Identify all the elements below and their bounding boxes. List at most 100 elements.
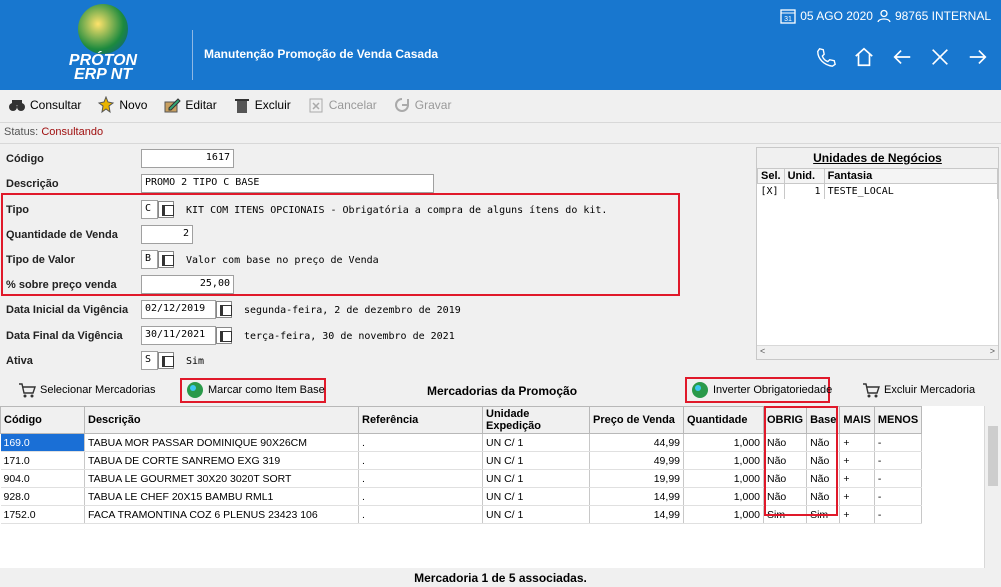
unidades-table: Sel. Unid. Fantasia [X] 1 TESTE_LOCAL [757, 168, 999, 199]
selecionar-mercadorias-button[interactable]: Selecionar Mercadorias [18, 381, 156, 399]
col-referencia[interactable]: Referência [358, 406, 483, 434]
mais-cell[interactable]: + [839, 433, 875, 452]
screen-title: Manutenção Promoção de Venda Casada [204, 47, 439, 61]
tipo-description: KIT COM ITENS OPCIONAIS - Obrigatória a … [186, 205, 608, 216]
calendar-picker-icon[interactable] [216, 301, 232, 318]
data-inicial-field[interactable]: 02/12/2019 [141, 300, 216, 319]
new-star-icon [98, 96, 115, 114]
menos-cell[interactable]: - [874, 451, 923, 470]
col-fantasia[interactable]: Fantasia [823, 168, 999, 184]
grid-actions: Selecionar Mercadorias Marcar como Item … [0, 376, 1001, 404]
col-codigo[interactable]: Código [0, 406, 85, 434]
horizontal-scrollbar[interactable]: < > [757, 345, 998, 359]
cart-remove-icon [863, 383, 880, 398]
calendar-icon: 31 [780, 9, 796, 24]
data-inicial-label: Data Inicial da Vigência [6, 304, 129, 316]
trash-icon [234, 99, 249, 113]
menos-cell[interactable]: - [874, 487, 923, 506]
header-divider [192, 30, 193, 80]
highlight-obrig-base [764, 406, 838, 516]
tipo-valor-description: Valor com base no preço de Venda [186, 255, 379, 266]
col-descricao[interactable]: Descrição [84, 406, 359, 434]
col-mais[interactable]: MAIS [839, 406, 875, 434]
tipo-valor-lookup-icon[interactable] [158, 251, 174, 268]
sel-checkbox[interactable]: [X] [757, 183, 785, 199]
svg-text:31: 31 [784, 16, 792, 23]
novo-button[interactable]: Novo [97, 96, 147, 114]
descricao-field[interactable]: PROMO 2 TIPO C BASE [141, 174, 434, 193]
pct-field[interactable]: 25,00 [141, 275, 234, 294]
excluir-button[interactable]: Excluir [233, 96, 291, 114]
close-icon[interactable] [929, 46, 951, 68]
unidades-title: Unidades de Negócios [757, 148, 998, 168]
mercadorias-grid: Código Descrição Referência Unidade Expe… [0, 406, 1001, 568]
data-inicial-description: segunda-feira, 2 de dezembro de 2019 [244, 305, 461, 316]
forward-arrow-icon[interactable] [967, 46, 989, 68]
logo-text: PRÓTON ERP NT [68, 52, 138, 83]
back-arrow-icon[interactable] [891, 46, 913, 68]
excluir-mercadoria-button[interactable]: Excluir Mercadoria [862, 381, 975, 399]
marcar-item-base-button[interactable]: Marcar como Item Base [186, 381, 325, 399]
consultar-button[interactable]: Consultar [8, 96, 81, 114]
status-label: Status: [4, 126, 39, 138]
cart-icon [19, 383, 36, 398]
col-sel[interactable]: Sel. [757, 168, 785, 184]
menos-cell[interactable]: - [874, 433, 923, 452]
qtd-field[interactable]: 2 [141, 225, 193, 244]
current-user: 98765 INTERNAL [894, 9, 991, 23]
scroll-thumb[interactable] [988, 426, 998, 486]
col-preco[interactable]: Preço de Venda [589, 406, 684, 434]
scroll-right-icon[interactable]: > [990, 346, 995, 356]
save-icon [394, 98, 409, 112]
current-date: 05 AGO 2020 [800, 9, 873, 23]
globe-icon [187, 382, 203, 398]
tipo-valor-label: Tipo de Valor [6, 254, 75, 266]
ativa-label: Ativa [6, 355, 33, 367]
ativa-description: Sim [186, 356, 205, 367]
home-icon[interactable] [853, 46, 875, 68]
phone-icon[interactable] [815, 46, 837, 68]
tipo-label: Tipo [6, 204, 30, 216]
proton-logo: PRÓTON ERP NT [60, 4, 146, 84]
header-actions [815, 46, 989, 68]
user-icon [877, 9, 891, 23]
col-quantidade[interactable]: Quantidade [683, 406, 764, 434]
mais-cell[interactable]: + [839, 505, 875, 524]
inverter-obrigatoriedade-button[interactable]: Inverter Obrigatoriedade [691, 381, 832, 399]
calendar-picker-icon[interactable] [216, 327, 232, 344]
gravar-button[interactable]: Gravar [393, 96, 451, 114]
tipo-valor-field[interactable]: B [141, 250, 158, 269]
toolbar: Consultar Novo Editar Excluir Cancelar G… [0, 90, 1001, 120]
pct-label: % sobre preço venda [6, 279, 117, 291]
descricao-label: Descrição [6, 178, 59, 190]
data-final-field[interactable]: 30/11/2021 [141, 326, 216, 345]
ativa-field[interactable]: S [141, 351, 158, 370]
data-final-description: terça-feira, 30 de novembro de 2021 [244, 331, 455, 342]
record-counter: Mercadoria 1 de 5 associadas. [0, 568, 1001, 587]
mais-cell[interactable]: + [839, 451, 875, 470]
status-bar: Status: Consultando [0, 122, 1001, 144]
grid-title: Mercadorias da Promoção [427, 384, 578, 398]
session-info: 31 05 AGO 2020 98765 INTERNAL [780, 8, 991, 24]
app-header: PRÓTON ERP NT Manutenção Promoção de Vend… [0, 0, 1001, 90]
col-unid[interactable]: Unid. [783, 168, 825, 184]
col-unidade[interactable]: Unidade Expedição [482, 406, 590, 434]
codigo-field[interactable]: 1617 [141, 149, 234, 168]
tipo-lookup-icon[interactable] [158, 201, 174, 218]
editar-button[interactable]: Editar [163, 96, 217, 114]
cancelar-button[interactable]: Cancelar [307, 96, 377, 114]
menos-cell[interactable]: - [874, 505, 923, 524]
mais-cell[interactable]: + [839, 487, 875, 506]
mais-cell[interactable]: + [839, 469, 875, 488]
table-row[interactable]: [X] 1 TESTE_LOCAL [757, 183, 999, 199]
scroll-left-icon[interactable]: < [760, 346, 765, 356]
binoculars-icon [9, 100, 25, 111]
globe-icon [692, 382, 708, 398]
col-menos[interactable]: MENOS [873, 406, 923, 434]
menos-cell[interactable]: - [874, 469, 923, 488]
globe-icon [78, 4, 128, 54]
status-value: Consultando [41, 126, 104, 138]
ativa-lookup-icon[interactable] [158, 352, 174, 369]
tipo-field[interactable]: C [141, 200, 158, 219]
vertical-scrollbar[interactable] [984, 406, 1001, 568]
